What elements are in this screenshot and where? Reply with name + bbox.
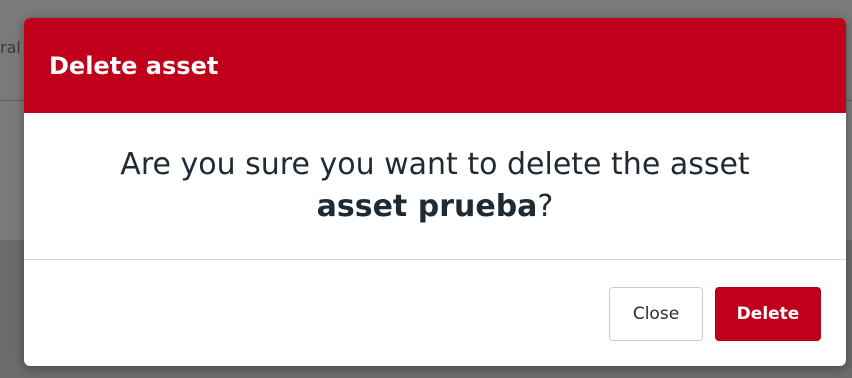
confirm-message-prefix: Are you sure you want to delete the asse… [120,147,750,182]
delete-button[interactable]: Delete [715,287,821,341]
asset-name: asset prueba [316,189,538,224]
dialog-header: Delete asset [24,18,846,113]
dialog-title: Delete asset [49,51,219,80]
dialog-footer: Close Delete [24,260,846,366]
delete-asset-dialog: Delete asset Are you sure you want to de… [24,18,846,366]
dialog-body: Are you sure you want to delete the asse… [24,113,846,259]
close-button[interactable]: Close [609,287,703,341]
confirm-message-suffix: ? [537,189,554,224]
confirm-message: Are you sure you want to delete the asse… [120,144,749,228]
background-partial-text: ral [0,38,21,57]
